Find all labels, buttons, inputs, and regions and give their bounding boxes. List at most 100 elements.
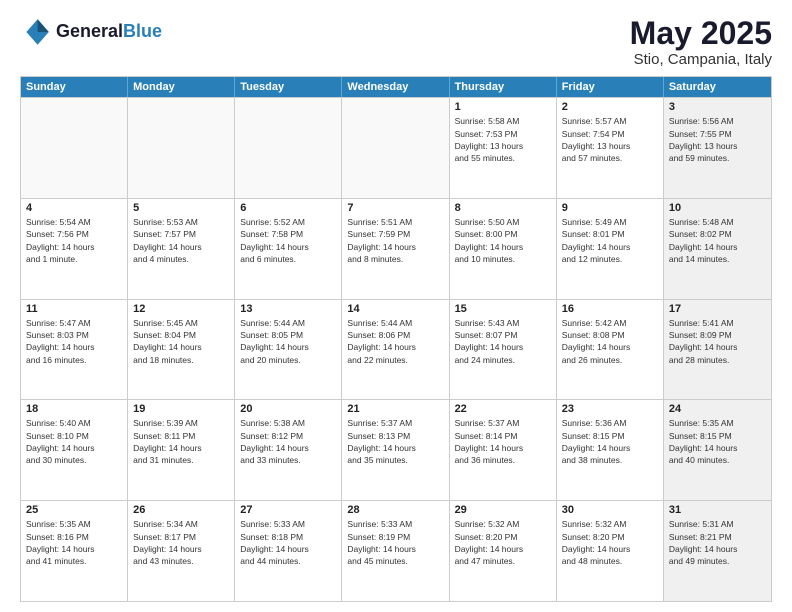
day-number: 18 bbox=[26, 403, 122, 415]
calendar: SundayMondayTuesdayWednesdayThursdayFrid… bbox=[20, 76, 772, 602]
cal-day-3: 3 Sunrise: 5:56 AMSunset: 7:55 PMDaylight… bbox=[664, 98, 771, 198]
day-info: Sunrise: 5:52 AMSunset: 7:58 PMDaylight:… bbox=[240, 216, 336, 265]
logo-icon bbox=[20, 16, 52, 48]
cal-week-3: 11 Sunrise: 5:47 AMSunset: 8:03 PMDayligh… bbox=[21, 299, 771, 400]
day-number: 1 bbox=[455, 101, 551, 113]
day-info: Sunrise: 5:40 AMSunset: 8:10 PMDaylight:… bbox=[26, 417, 122, 466]
cal-day-10: 10 Sunrise: 5:48 AMSunset: 8:02 PMDayligh… bbox=[664, 199, 771, 299]
day-number: 14 bbox=[347, 303, 443, 315]
cal-empty bbox=[342, 98, 449, 198]
day-info: Sunrise: 5:37 AMSunset: 8:14 PMDaylight:… bbox=[455, 417, 551, 466]
day-info: Sunrise: 5:44 AMSunset: 8:05 PMDaylight:… bbox=[240, 317, 336, 366]
day-info: Sunrise: 5:36 AMSunset: 8:15 PMDaylight:… bbox=[562, 417, 658, 466]
logo-text: GeneralBlue bbox=[56, 22, 162, 42]
day-number: 30 bbox=[562, 504, 658, 516]
calendar-body: 1 Sunrise: 5:58 AMSunset: 7:53 PMDaylight… bbox=[21, 97, 771, 601]
day-number: 4 bbox=[26, 202, 122, 214]
cal-day-7: 7Sunrise: 5:51 AMSunset: 7:59 PMDaylight… bbox=[342, 199, 449, 299]
cal-day-19: 19Sunrise: 5:39 AMSunset: 8:11 PMDayligh… bbox=[128, 400, 235, 500]
subtitle: Stio, Campania, Italy bbox=[630, 51, 772, 68]
day-number: 20 bbox=[240, 403, 336, 415]
cal-day-27: 27Sunrise: 5:33 AMSunset: 8:18 PMDayligh… bbox=[235, 501, 342, 601]
day-number: 16 bbox=[562, 303, 658, 315]
day-number: 23 bbox=[562, 403, 658, 415]
day-number: 12 bbox=[133, 303, 229, 315]
day-info: Sunrise: 5:33 AMSunset: 8:19 PMDaylight:… bbox=[347, 518, 443, 567]
cal-day-14: 14 Sunrise: 5:44 AMSunset: 8:06 PMDayligh… bbox=[342, 300, 449, 400]
day-number: 3 bbox=[669, 101, 766, 113]
cal-day-30: 30 Sunrise: 5:32 AMSunset: 8:20 PMDayligh… bbox=[557, 501, 664, 601]
day-info: Sunrise: 5:54 AMSunset: 7:56 PMDaylight:… bbox=[26, 216, 122, 265]
cal-empty bbox=[235, 98, 342, 198]
cal-day-16: 16Sunrise: 5:42 AMSunset: 8:08 PMDayligh… bbox=[557, 300, 664, 400]
cal-week-2: 4 Sunrise: 5:54 AMSunset: 7:56 PMDaylight… bbox=[21, 198, 771, 299]
day-number: 8 bbox=[455, 202, 551, 214]
cal-day-29: 29Sunrise: 5:32 AMSunset: 8:20 PMDayligh… bbox=[450, 501, 557, 601]
title-block: May 2025 Stio, Campania, Italy bbox=[630, 16, 772, 68]
cal-day-1: 1 Sunrise: 5:58 AMSunset: 7:53 PMDaylight… bbox=[450, 98, 557, 198]
day-info: Sunrise: 5:49 AMSunset: 8:01 PMDaylight:… bbox=[562, 216, 658, 265]
day-number: 15 bbox=[455, 303, 551, 315]
cal-day-9: 9 Sunrise: 5:49 AMSunset: 8:01 PMDaylight… bbox=[557, 199, 664, 299]
day-info: Sunrise: 5:35 AMSunset: 8:15 PMDaylight:… bbox=[669, 417, 766, 466]
day-number: 5 bbox=[133, 202, 229, 214]
day-info: Sunrise: 5:38 AMSunset: 8:12 PMDaylight:… bbox=[240, 417, 336, 466]
day-number: 19 bbox=[133, 403, 229, 415]
day-number: 29 bbox=[455, 504, 551, 516]
day-number: 9 bbox=[562, 202, 658, 214]
main-title: May 2025 bbox=[630, 16, 772, 51]
cal-day-8: 8 Sunrise: 5:50 AMSunset: 8:00 PMDaylight… bbox=[450, 199, 557, 299]
cal-day-28: 28 Sunrise: 5:33 AMSunset: 8:19 PMDayligh… bbox=[342, 501, 449, 601]
cal-week-1: 1 Sunrise: 5:58 AMSunset: 7:53 PMDaylight… bbox=[21, 97, 771, 198]
day-number: 26 bbox=[133, 504, 229, 516]
cal-day-22: 22 Sunrise: 5:37 AMSunset: 8:14 PMDayligh… bbox=[450, 400, 557, 500]
cal-header-monday: Monday bbox=[128, 77, 235, 97]
day-number: 31 bbox=[669, 504, 766, 516]
cal-day-25: 25Sunrise: 5:35 AMSunset: 8:16 PMDayligh… bbox=[21, 501, 128, 601]
day-info: Sunrise: 5:41 AMSunset: 8:09 PMDaylight:… bbox=[669, 317, 766, 366]
day-info: Sunrise: 5:47 AMSunset: 8:03 PMDaylight:… bbox=[26, 317, 122, 366]
day-info: Sunrise: 5:37 AMSunset: 8:13 PMDaylight:… bbox=[347, 417, 443, 466]
day-number: 13 bbox=[240, 303, 336, 315]
day-info: Sunrise: 5:48 AMSunset: 8:02 PMDaylight:… bbox=[669, 216, 766, 265]
day-info: Sunrise: 5:44 AMSunset: 8:06 PMDaylight:… bbox=[347, 317, 443, 366]
cal-day-13: 13 Sunrise: 5:44 AMSunset: 8:05 PMDayligh… bbox=[235, 300, 342, 400]
day-info: Sunrise: 5:34 AMSunset: 8:17 PMDaylight:… bbox=[133, 518, 229, 567]
day-info: Sunrise: 5:58 AMSunset: 7:53 PMDaylight:… bbox=[455, 115, 551, 164]
cal-header-wednesday: Wednesday bbox=[342, 77, 449, 97]
day-number: 25 bbox=[26, 504, 122, 516]
day-number: 11 bbox=[26, 303, 122, 315]
cal-day-4: 4 Sunrise: 5:54 AMSunset: 7:56 PMDaylight… bbox=[21, 199, 128, 299]
cal-day-17: 17Sunrise: 5:41 AMSunset: 8:09 PMDayligh… bbox=[664, 300, 771, 400]
day-info: Sunrise: 5:57 AMSunset: 7:54 PMDaylight:… bbox=[562, 115, 658, 164]
page: GeneralBlue May 2025 Stio, Campania, Ita… bbox=[0, 0, 792, 612]
day-number: 10 bbox=[669, 202, 766, 214]
cal-header-thursday: Thursday bbox=[450, 77, 557, 97]
day-number: 6 bbox=[240, 202, 336, 214]
day-info: Sunrise: 5:56 AMSunset: 7:55 PMDaylight:… bbox=[669, 115, 766, 164]
cal-day-23: 23 Sunrise: 5:36 AMSunset: 8:15 PMDayligh… bbox=[557, 400, 664, 500]
day-info: Sunrise: 5:32 AMSunset: 8:20 PMDaylight:… bbox=[562, 518, 658, 567]
cal-day-21: 21 Sunrise: 5:37 AMSunset: 8:13 PMDayligh… bbox=[342, 400, 449, 500]
cal-day-15: 15 Sunrise: 5:43 AMSunset: 8:07 PMDayligh… bbox=[450, 300, 557, 400]
cal-empty bbox=[21, 98, 128, 198]
cal-day-26: 26 Sunrise: 5:34 AMSunset: 8:17 PMDayligh… bbox=[128, 501, 235, 601]
day-number: 21 bbox=[347, 403, 443, 415]
day-info: Sunrise: 5:43 AMSunset: 8:07 PMDaylight:… bbox=[455, 317, 551, 366]
header: GeneralBlue May 2025 Stio, Campania, Ita… bbox=[20, 16, 772, 68]
cal-header-tuesday: Tuesday bbox=[235, 77, 342, 97]
day-info: Sunrise: 5:50 AMSunset: 8:00 PMDaylight:… bbox=[455, 216, 551, 265]
day-info: Sunrise: 5:45 AMSunset: 8:04 PMDaylight:… bbox=[133, 317, 229, 366]
day-number: 28 bbox=[347, 504, 443, 516]
cal-day-5: 5Sunrise: 5:53 AMSunset: 7:57 PMDaylight… bbox=[128, 199, 235, 299]
logo: GeneralBlue bbox=[20, 16, 162, 48]
calendar-header: SundayMondayTuesdayWednesdayThursdayFrid… bbox=[21, 77, 771, 97]
cal-week-5: 25Sunrise: 5:35 AMSunset: 8:16 PMDayligh… bbox=[21, 500, 771, 601]
day-number: 22 bbox=[455, 403, 551, 415]
day-number: 24 bbox=[669, 403, 766, 415]
day-info: Sunrise: 5:33 AMSunset: 8:18 PMDaylight:… bbox=[240, 518, 336, 567]
day-info: Sunrise: 5:51 AMSunset: 7:59 PMDaylight:… bbox=[347, 216, 443, 265]
day-info: Sunrise: 5:31 AMSunset: 8:21 PMDaylight:… bbox=[669, 518, 766, 567]
cal-day-31: 31 Sunrise: 5:31 AMSunset: 8:21 PMDayligh… bbox=[664, 501, 771, 601]
cal-day-20: 20 Sunrise: 5:38 AMSunset: 8:12 PMDayligh… bbox=[235, 400, 342, 500]
